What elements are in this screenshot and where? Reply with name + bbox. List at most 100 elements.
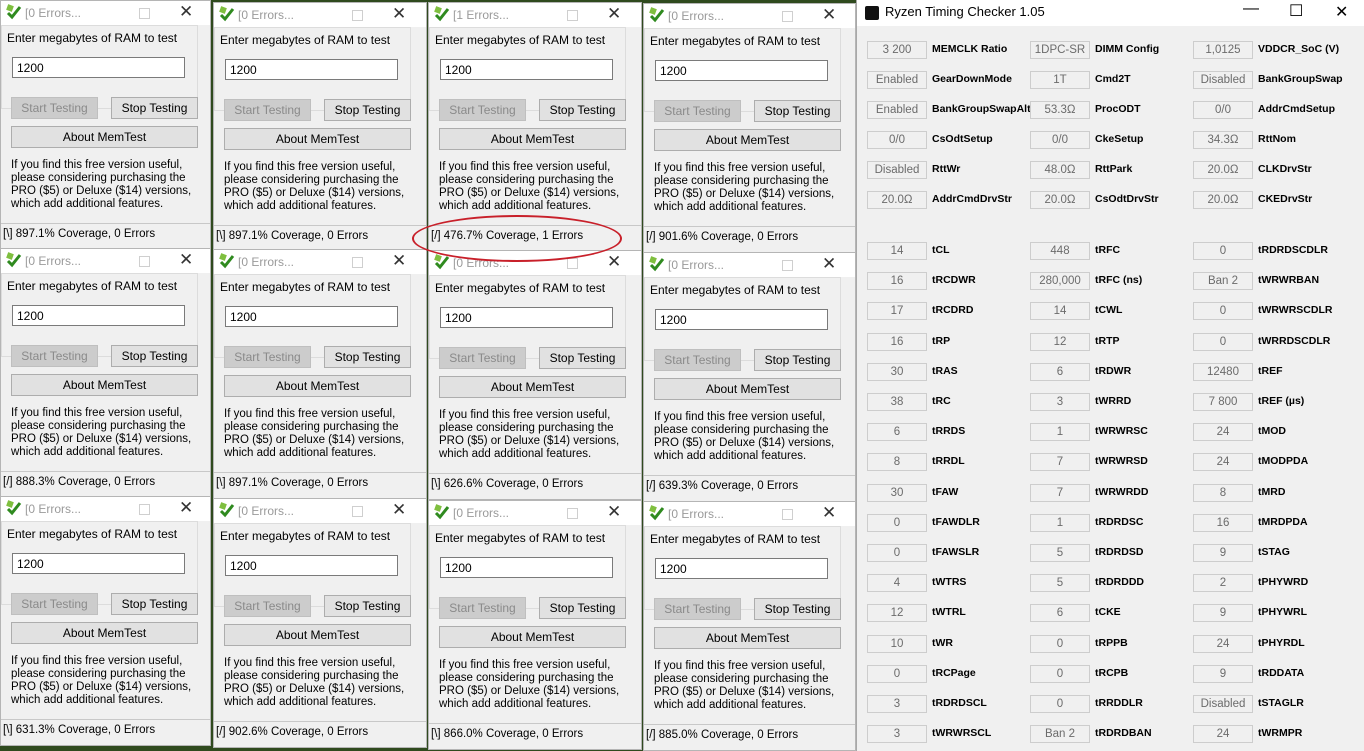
close-icon[interactable]: ✕ [392,252,406,269]
close-icon[interactable]: ✕ [392,501,406,518]
start-testing-button[interactable]: Start Testing [11,345,98,367]
stop-testing-button[interactable]: Stop Testing [539,347,626,369]
ram-mb-input[interactable] [225,306,398,327]
stop-testing-button[interactable]: Stop Testing [324,595,411,617]
maximize-icon[interactable] [782,509,793,520]
about-memtest-button[interactable]: About MemTest [439,376,626,398]
timing-value: 12 [867,604,927,623]
purchase-info-text: If you find this free version useful, pl… [439,659,620,710]
timing-name: tRFC [1095,244,1121,256]
start-testing-button[interactable]: Start Testing [654,100,741,122]
start-testing-button[interactable]: Start Testing [224,99,311,121]
start-testing-button[interactable]: Start Testing [439,597,526,619]
memtest-titlebar: [0 Errors... ✕ [1,497,210,522]
start-testing-button[interactable]: Start Testing [439,99,526,121]
about-memtest-button[interactable]: About MemTest [224,128,411,150]
timing-name: tWRWRDD [1095,485,1149,498]
start-testing-button[interactable]: Start Testing [224,346,311,368]
timing-name: tRDRDDD [1095,576,1144,589]
about-memtest-button[interactable]: About MemTest [654,129,841,151]
about-memtest-button[interactable]: About MemTest [224,375,411,397]
start-testing-button[interactable]: Start Testing [224,595,311,617]
close-icon[interactable]: ✕ [179,251,193,268]
ram-mb-input[interactable] [655,309,828,330]
stop-testing-button[interactable]: Stop Testing [111,345,198,367]
timing-name: Cmd2T [1095,73,1131,85]
maximize-icon[interactable]: ☐ [1289,1,1303,21]
about-memtest-button[interactable]: About MemTest [224,624,411,646]
ram-prompt-label: Enter megabytes of RAM to test [220,529,391,543]
start-testing-button[interactable]: Start Testing [439,347,526,369]
memtest-window-title: [0 Errors... [25,502,82,516]
stop-testing-button[interactable]: Stop Testing [754,100,841,122]
about-memtest-button[interactable]: About MemTest [654,378,841,400]
timing-value: Disabled [1193,695,1253,713]
timing-value: 30 [867,483,927,502]
coverage-status: [/] 885.0% Coverage, 0 Errors [644,724,855,747]
timing-name: CkeSetup [1095,133,1144,145]
maximize-icon[interactable] [352,506,363,517]
ram-mb-input[interactable] [440,557,613,578]
stop-testing-button[interactable]: Stop Testing [111,593,198,615]
stop-testing-button[interactable]: Stop Testing [324,99,411,121]
start-testing-button[interactable]: Start Testing [654,598,741,620]
ram-mb-input[interactable] [225,555,398,576]
coverage-status: [/] 888.3% Coverage, 0 Errors [1,471,210,494]
coverage-status: [\] 897.1% Coverage, 0 Errors [214,472,426,495]
about-memtest-button[interactable]: About MemTest [654,627,841,649]
maximize-icon[interactable] [352,10,363,21]
maximize-icon[interactable] [139,256,150,267]
ram-mb-input[interactable] [12,57,185,78]
timing-value: Ban 2 [1193,272,1253,291]
ram-mb-input[interactable] [655,60,828,81]
close-icon[interactable]: ✕ [392,5,406,22]
timing-value: 1 [1030,513,1090,532]
ram-mb-input[interactable] [440,59,613,80]
timing-name: tWRRD [1095,395,1132,407]
timing-value: 16 [1193,513,1253,532]
start-testing-button[interactable]: Start Testing [11,593,98,615]
close-icon[interactable]: ✕ [179,499,193,516]
maximize-icon[interactable] [782,260,793,271]
about-memtest-button[interactable]: About MemTest [11,126,198,148]
memtest-window-title: [0 Errors... [25,6,82,20]
maximize-icon[interactable] [139,504,150,515]
timing-value: 24 [1193,634,1253,653]
maximize-icon[interactable] [567,10,578,21]
start-testing-button[interactable]: Start Testing [654,349,741,371]
maximize-icon[interactable] [567,508,578,519]
maximize-icon[interactable] [352,257,363,268]
close-icon[interactable]: ✕ [822,255,836,272]
ram-mb-input[interactable] [12,553,185,574]
about-memtest-button[interactable]: About MemTest [11,374,198,396]
maximize-icon[interactable] [782,11,793,22]
ram-mb-input[interactable] [440,307,613,328]
close-icon[interactable]: ✕ [822,6,836,23]
maximize-icon[interactable] [567,258,578,269]
close-icon[interactable]: ✕ [607,5,621,22]
close-icon[interactable]: ✕ [179,3,193,20]
ram-mb-input[interactable] [12,305,185,326]
close-icon[interactable]: ✕ [607,503,621,520]
maximize-icon[interactable] [139,8,150,19]
ram-mb-input[interactable] [655,558,828,579]
about-memtest-button[interactable]: About MemTest [11,622,198,644]
memtest-window: [1 Errors... ✕ Enter megabytes of RAM to t… [428,2,642,252]
stop-testing-button[interactable]: Stop Testing [539,597,626,619]
timing-value: 1,0125 [1193,41,1253,59]
ram-mb-input[interactable] [225,59,398,80]
about-memtest-button[interactable]: About MemTest [439,128,626,150]
start-testing-button[interactable]: Start Testing [11,97,98,119]
timing-name: tWRMPR [1258,727,1303,740]
minimize-icon[interactable]: — [1243,0,1259,18]
stop-testing-button[interactable]: Stop Testing [111,97,198,119]
close-icon[interactable]: ✕ [822,504,836,521]
timing-value: 12480 [1193,362,1253,381]
stop-testing-button[interactable]: Stop Testing [754,349,841,371]
close-icon[interactable]: ✕ [607,253,621,270]
stop-testing-button[interactable]: Stop Testing [324,346,411,368]
stop-testing-button[interactable]: Stop Testing [754,598,841,620]
about-memtest-button[interactable]: About MemTest [439,626,626,648]
stop-testing-button[interactable]: Stop Testing [539,99,626,121]
close-icon[interactable]: ✕ [1335,2,1348,22]
